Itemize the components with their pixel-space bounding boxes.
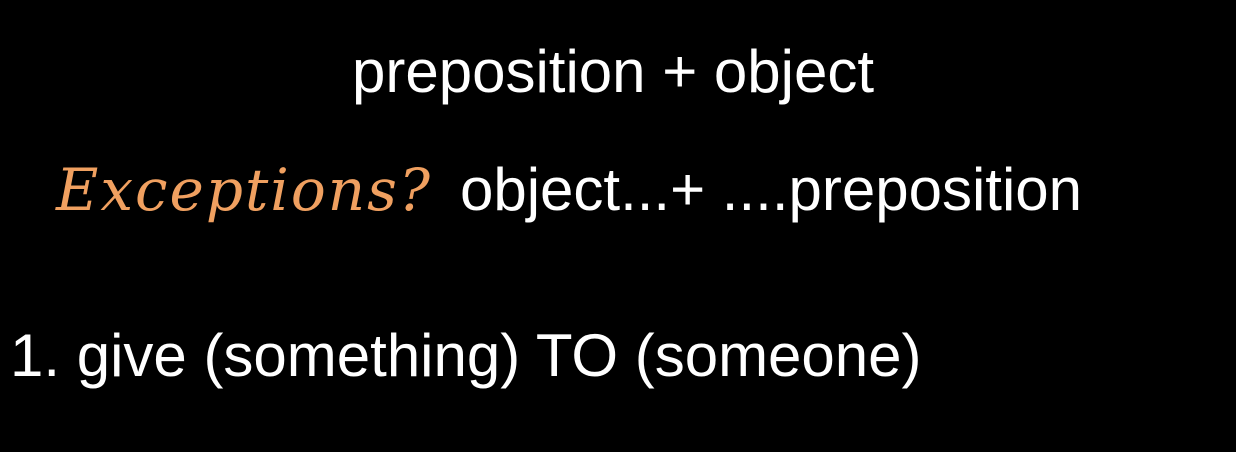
exceptions-pattern: object...+ ....preposition — [459, 156, 1083, 223]
exceptions-row: Exceptions? object...+ ....preposition — [56, 160, 1082, 220]
exceptions-label: Exceptions? — [56, 156, 432, 224]
list-item: 1. give (something) TO (someone) — [10, 322, 922, 389]
slide-title: preposition + object — [352, 38, 875, 105]
slide: preposition + object Exceptions? object.… — [0, 0, 1236, 452]
